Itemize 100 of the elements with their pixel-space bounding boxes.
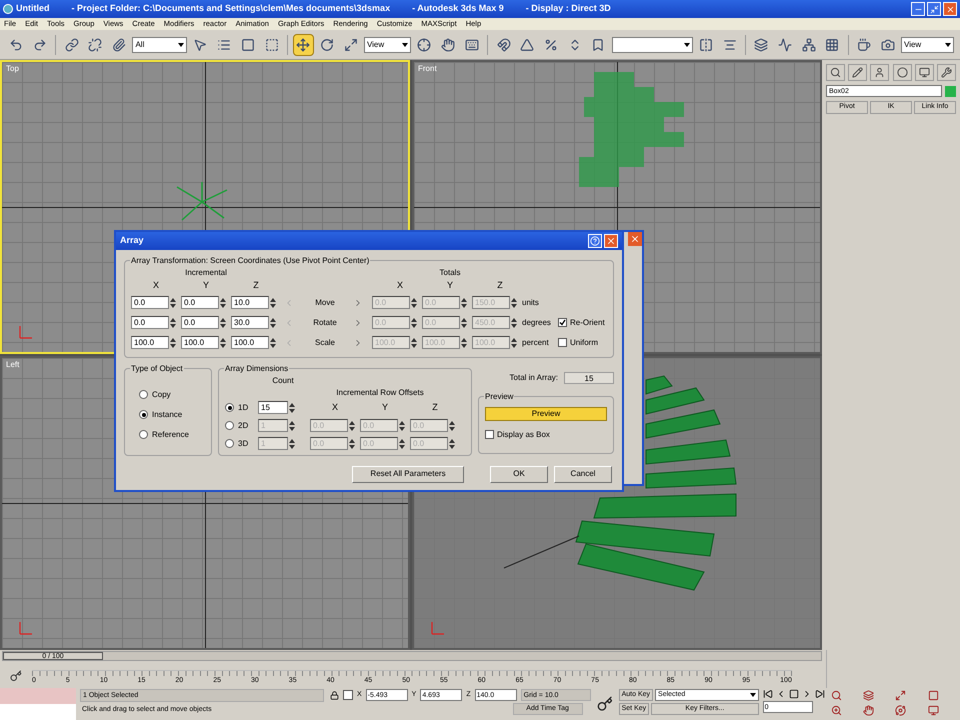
lock-icon[interactable]	[330, 690, 339, 700]
spinner-arrows-icon[interactable]	[411, 316, 417, 328]
key-icon[interactable]	[596, 696, 613, 712]
spinner-arrows-icon[interactable]	[220, 296, 226, 308]
go-to-end-icon[interactable]	[814, 689, 825, 699]
figure-tab[interactable]	[870, 64, 890, 81]
zoom-icon[interactable]	[830, 690, 842, 701]
redo-icon[interactable]	[33, 38, 48, 52]
close-button[interactable]	[943, 2, 957, 16]
named-selection-dropdown[interactable]	[612, 36, 693, 52]
zoom-region-icon[interactable]	[830, 705, 842, 716]
caret-icon[interactable]	[684, 42, 690, 46]
caret-icon[interactable]	[750, 693, 756, 697]
crosshair-icon[interactable]	[417, 38, 432, 52]
radio-button[interactable]	[139, 390, 148, 399]
dialog-button[interactable]: OK	[490, 466, 548, 482]
dashed-square-icon[interactable]	[264, 38, 279, 52]
bookmark-icon[interactable]	[591, 38, 606, 52]
spinner-arrows-icon[interactable]	[170, 336, 176, 348]
radio-button[interactable]	[139, 430, 148, 439]
spinner-arrows-icon[interactable]	[461, 296, 467, 308]
minimize-button[interactable]	[911, 2, 925, 16]
curve-icon[interactable]	[778, 38, 792, 52]
checkbox[interactable]	[485, 430, 494, 439]
zoom-extents-all-icon[interactable]	[928, 690, 939, 701]
keyboard-icon[interactable]	[464, 38, 479, 52]
wrench-icon[interactable]	[940, 67, 952, 78]
spinner-arrows-icon[interactable]	[411, 296, 417, 308]
paperclip-icon[interactable]	[112, 38, 126, 52]
pan-icon[interactable]	[862, 705, 874, 716]
spinner-arrows-icon[interactable]	[270, 336, 276, 348]
monitor-tab[interactable]	[914, 64, 934, 81]
render-view-dropdown[interactable]: View	[901, 36, 954, 52]
spinner-arrows-icon[interactable]	[511, 316, 517, 328]
dialog-button[interactable]: Cancel	[554, 466, 612, 482]
object-color-swatch[interactable]	[945, 86, 956, 96]
spinner-arrows-icon[interactable]	[449, 438, 455, 450]
unlink-icon[interactable]	[88, 38, 102, 52]
spinner-arrows-icon[interactable]	[461, 336, 467, 348]
link-icon[interactable]	[64, 38, 79, 52]
spinner-arrows-icon[interactable]	[411, 336, 417, 348]
selection-filter-dropdown[interactable]: All	[132, 36, 188, 52]
layers-icon[interactable]	[754, 38, 768, 52]
spinner-arrows-icon[interactable]	[220, 316, 226, 328]
pencil-tab[interactable]	[848, 64, 868, 81]
orbit-icon[interactable]	[895, 705, 906, 716]
dialog-button[interactable]: Reset All Parameters	[352, 466, 464, 482]
figure-icon[interactable]	[874, 67, 886, 78]
spinner-arrows-icon[interactable]	[349, 420, 355, 432]
circle-tab[interactable]	[892, 64, 912, 81]
spinner-arrows-icon[interactable]	[449, 420, 455, 432]
number-field[interactable]: 0.0	[131, 316, 169, 329]
spinner-arrows-icon[interactable]	[461, 316, 467, 328]
restore-icon[interactable]	[930, 4, 938, 14]
checkbox[interactable]	[558, 318, 567, 327]
spinner-arrows-icon[interactable]	[289, 438, 295, 450]
number-field[interactable]: 100.0	[181, 336, 219, 349]
wrench-tab[interactable]	[936, 64, 956, 81]
pencil-icon[interactable]	[852, 67, 864, 78]
rotate-icon[interactable]	[320, 38, 334, 52]
undo-icon[interactable]	[9, 38, 24, 52]
scale-icon[interactable]	[344, 38, 358, 52]
number-field[interactable]: 30.0	[231, 316, 269, 329]
monitor-icon[interactable]	[918, 67, 930, 78]
circle-icon[interactable]	[896, 67, 908, 78]
spinner-arrows-icon[interactable]	[349, 438, 355, 450]
caret-icon[interactable]	[178, 42, 184, 46]
spinner-arrows-icon[interactable]	[511, 336, 517, 348]
list-icon[interactable]	[217, 38, 232, 52]
spinner-arrows-icon[interactable]	[270, 316, 276, 328]
pointer-icon[interactable]	[193, 38, 208, 52]
preview-button[interactable]: Preview	[485, 406, 607, 420]
zoom-all-icon[interactable]	[862, 690, 874, 701]
square-icon[interactable]	[240, 38, 255, 52]
camera-icon[interactable]	[880, 38, 895, 52]
network-icon[interactable]	[802, 38, 816, 52]
hand-icon[interactable]	[441, 38, 456, 52]
spinner-arrows-icon[interactable]	[399, 420, 405, 432]
close-icon[interactable]	[946, 4, 954, 14]
number-field[interactable]: 100.0	[231, 336, 269, 349]
spinner-arrows-icon[interactable]	[270, 296, 276, 308]
number-field[interactable]: 0.0	[131, 296, 169, 309]
go-to-start-icon[interactable]	[762, 689, 773, 699]
checkbox[interactable]	[558, 338, 567, 347]
maximize-viewport-icon[interactable]	[928, 705, 939, 716]
triangle-icon[interactable]	[520, 38, 534, 52]
grid-icon[interactable]	[825, 38, 840, 52]
play-icon[interactable]	[788, 689, 799, 699]
number-field[interactable]: 100.0	[131, 336, 169, 349]
spinner-arrows-icon[interactable]	[170, 296, 176, 308]
move-tool[interactable]	[292, 34, 314, 56]
caret-icon[interactable]	[944, 42, 951, 46]
percent-icon[interactable]	[544, 38, 558, 52]
spinner-arrows-icon[interactable]	[170, 316, 176, 328]
spinner-arrows-icon[interactable]	[289, 420, 295, 432]
radio-button[interactable]	[139, 410, 148, 419]
absolute-mode-button[interactable]	[343, 690, 353, 700]
magnifier-icon[interactable]	[830, 67, 841, 78]
caret-icon[interactable]	[402, 42, 408, 46]
magnifier-tab[interactable]	[826, 64, 845, 81]
